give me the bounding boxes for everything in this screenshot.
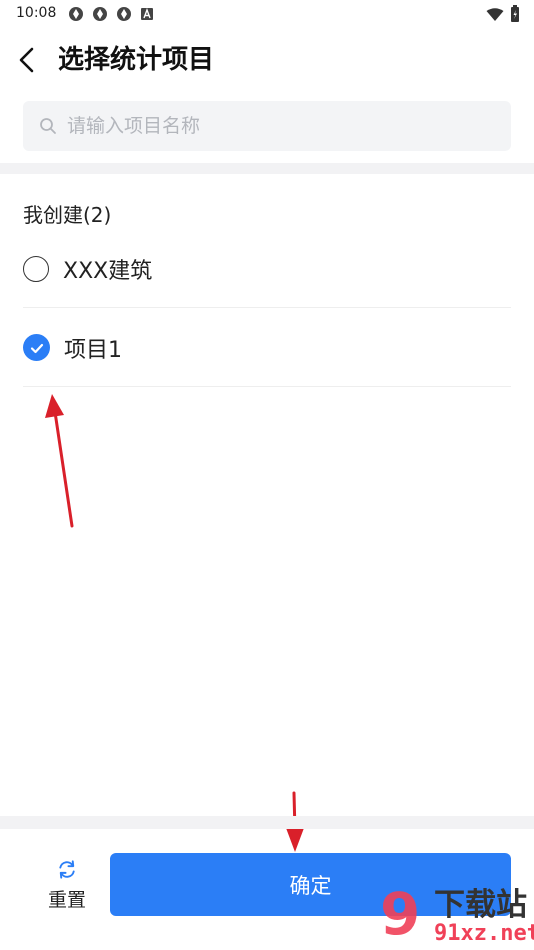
option-label: 项目1: [64, 337, 122, 363]
refresh-icon: [59, 860, 75, 879]
notification-icons: [68, 6, 156, 22]
section-divider: [0, 163, 534, 174]
status-time: 10:08: [16, 5, 57, 21]
a-notification-icon: [140, 6, 156, 22]
status-bar: 10:08: [0, 0, 534, 28]
page-title: 选择统计项目: [58, 45, 215, 75]
search-icon: [40, 118, 56, 134]
option-item[interactable]: 项目1: [23, 309, 511, 387]
annotation-arrow: [45, 394, 74, 528]
option-item[interactable]: XXX建筑: [23, 230, 511, 308]
chevron-left-icon: [19, 47, 34, 73]
back-button[interactable]: [10, 42, 42, 78]
reset-button[interactable]: 重置: [40, 858, 94, 912]
watermark-top: 下载站: [434, 887, 527, 923]
radio-unchecked-icon[interactable]: [23, 255, 49, 282]
battery-icon: [510, 5, 520, 27]
search-input[interactable]: [65, 114, 489, 138]
system-icons: [486, 5, 520, 27]
watermark-bottom: 91xz.net: [434, 921, 534, 946]
option-label: XXX建筑: [63, 258, 153, 284]
search-box[interactable]: [23, 101, 511, 151]
watermark-logo: 9 下载站 91xz.net: [362, 880, 534, 948]
header: 选择统计项目: [0, 28, 534, 92]
app-notification-icon: [92, 6, 108, 22]
watermark-big: 9: [380, 880, 421, 948]
app-notification-icon: [68, 6, 84, 22]
reset-label: 重置: [47, 889, 86, 911]
radio-checked-icon[interactable]: [23, 334, 50, 361]
checkmark-icon: [30, 343, 43, 353]
wifi-icon: [486, 7, 504, 26]
app-notification-icon: [116, 6, 132, 22]
bottom-divider: [0, 816, 534, 829]
group-title: 我创建(2): [23, 203, 112, 227]
